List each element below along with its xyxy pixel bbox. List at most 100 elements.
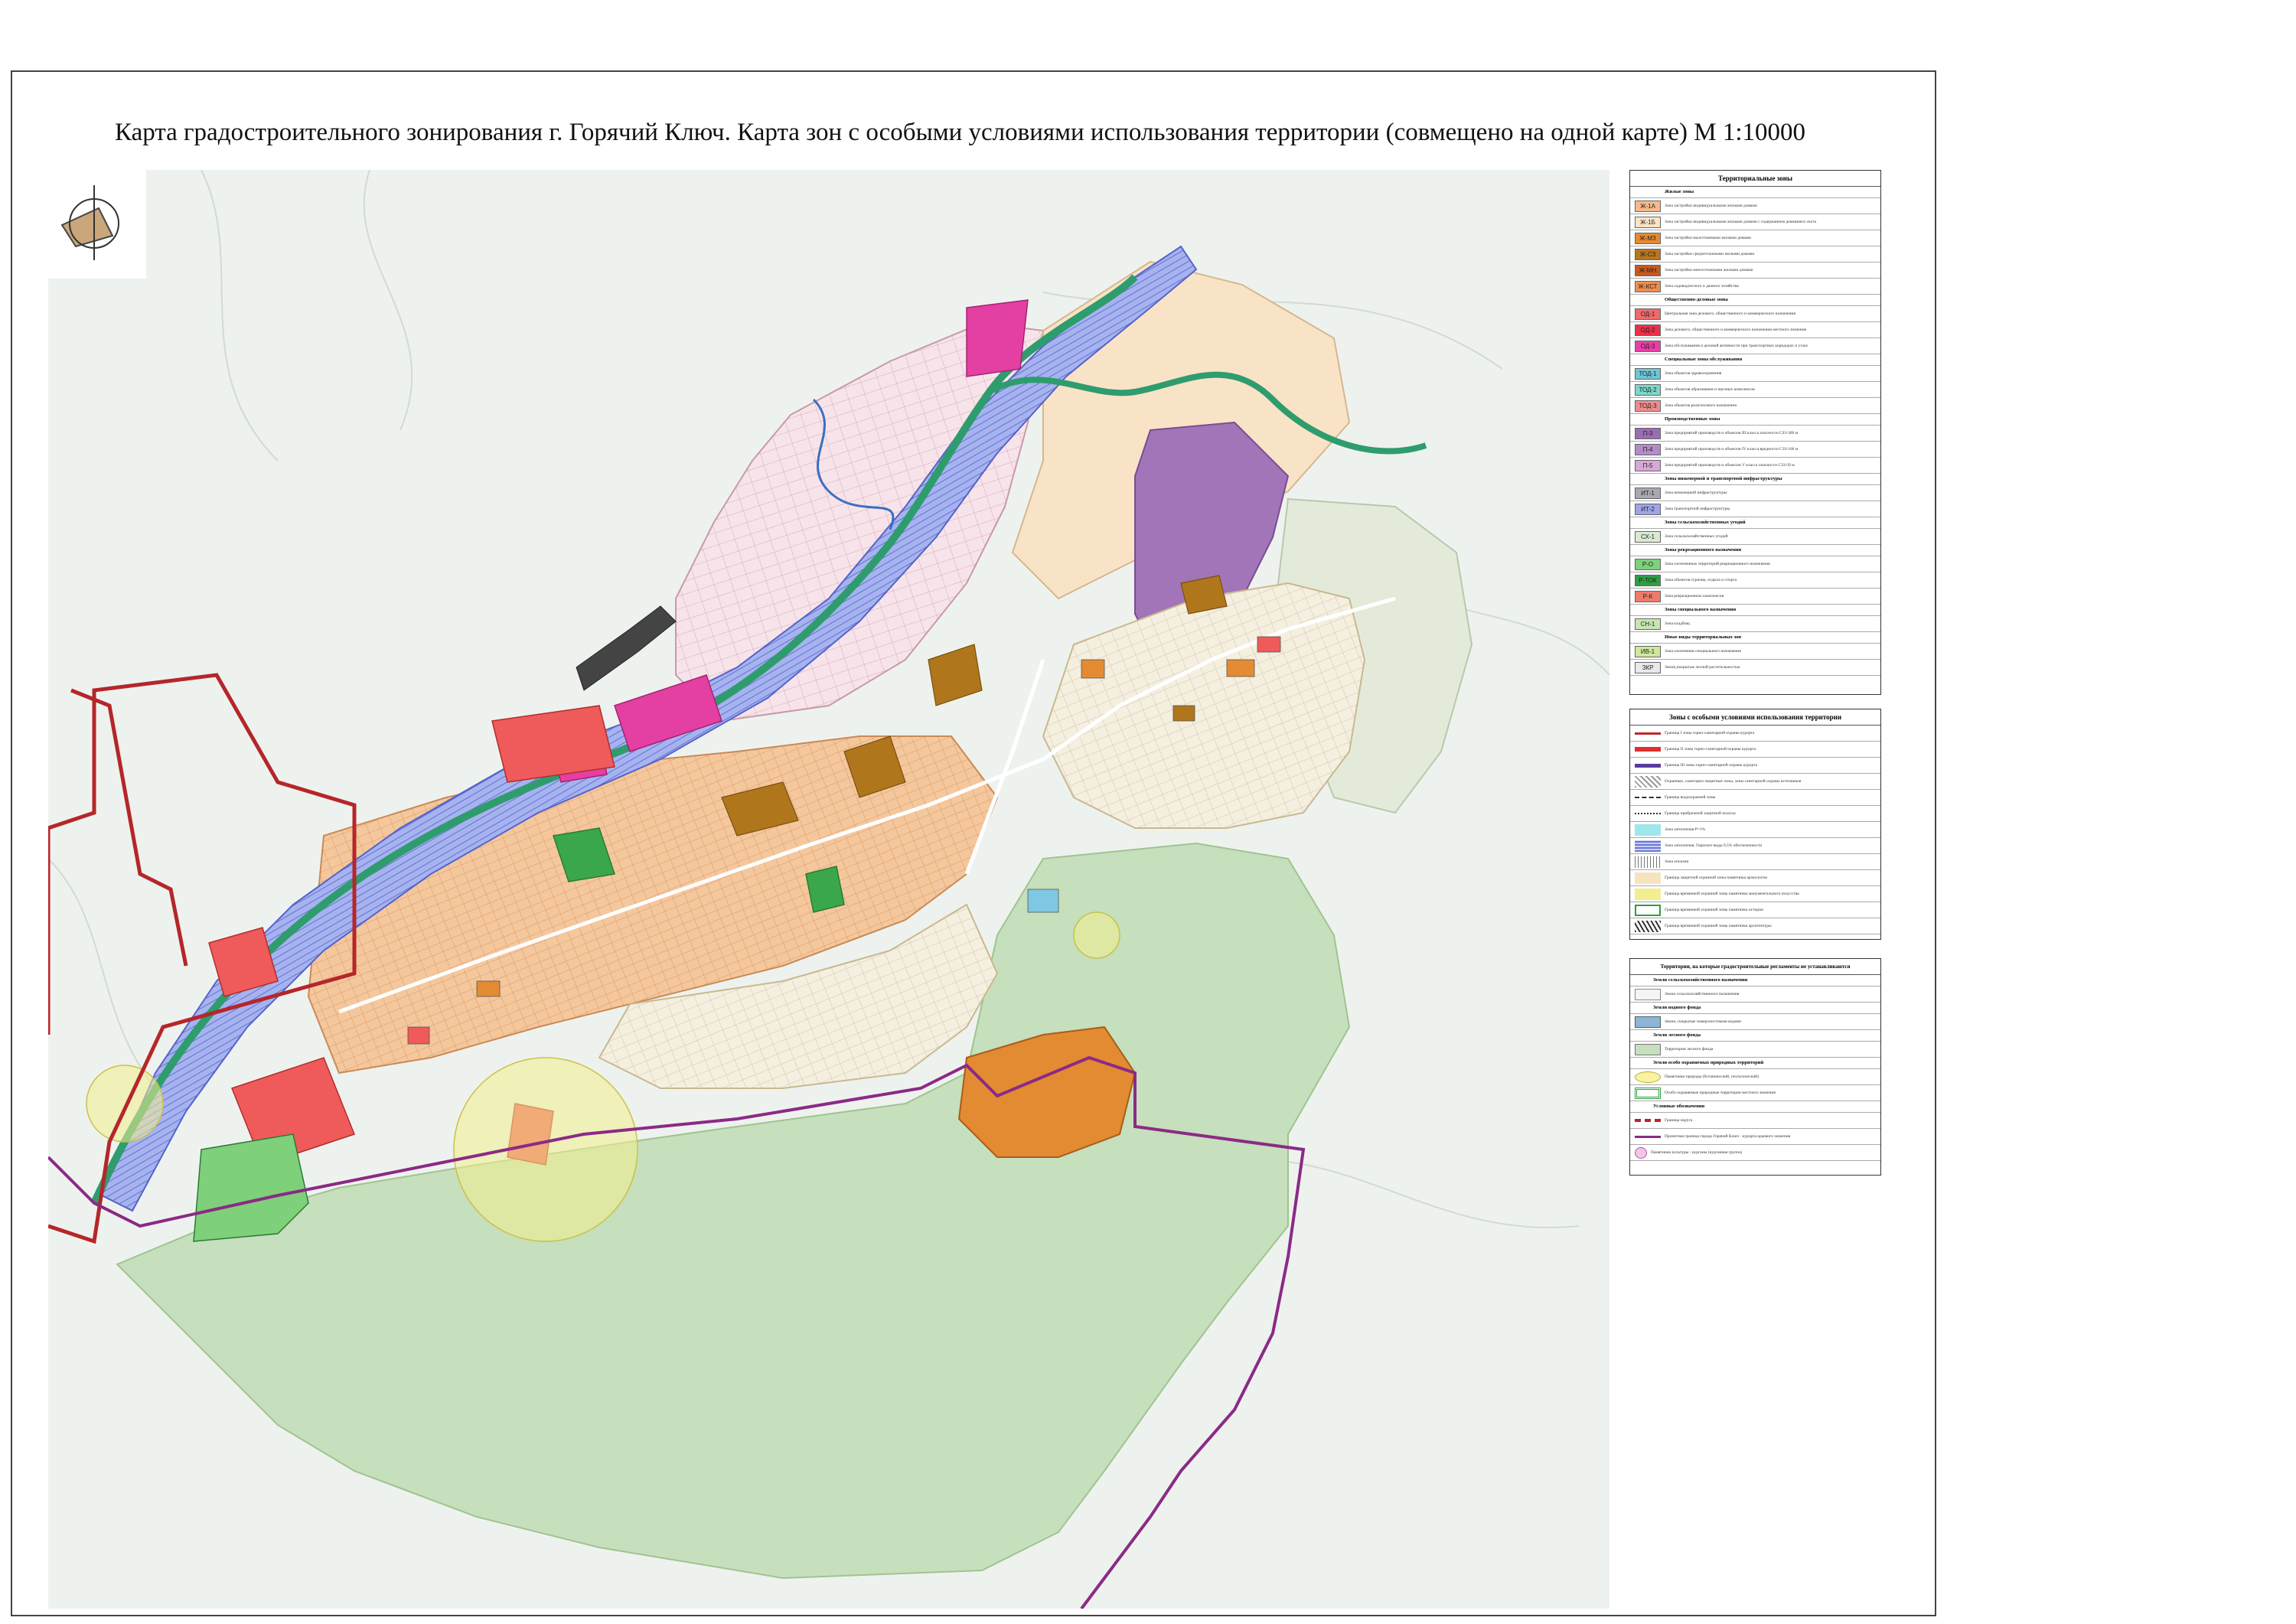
legend-other-text: Особо охраняемые природные территории ме… xyxy=(1665,1090,1776,1095)
legend-other-row: Граница округа xyxy=(1630,1113,1880,1129)
legend-other-section: Земли лесного фонда xyxy=(1630,1030,1880,1042)
legend-special-text: Граница временной охранной зоны памятник… xyxy=(1665,891,1799,896)
legend-special-text: Зона оползня xyxy=(1665,859,1689,864)
legend-special-row: Граница водоохранной зоны xyxy=(1630,790,1880,806)
legend-zone-code: Ж-КСТ xyxy=(1635,280,1661,292)
legend-zone-code: П-4 xyxy=(1635,443,1661,455)
legend-zone-code: Ж-МН xyxy=(1635,264,1661,276)
legend-special-text: Граница III зоны горно-санитарной охраны… xyxy=(1665,762,1758,768)
legend-zone-code: Ж-1Б xyxy=(1635,216,1661,228)
legend-special-zones: Зоны с особыми условиями использования т… xyxy=(1629,709,1881,940)
legend-other-body: Земли сельскохозяйственного назначения Зе… xyxy=(1630,975,1880,1161)
legend-special-text: Граница временной охранной зоны памятник… xyxy=(1665,923,1772,928)
legend-other-row: Земли, покрытые поверхностными водами xyxy=(1630,1014,1880,1030)
map-title: Карта градостроительного зонирования г. … xyxy=(115,119,1806,146)
legend-zone-row: Р-К Зона рекреационных комплексов xyxy=(1630,589,1880,605)
legend-other-section: Условные обозначения xyxy=(1630,1101,1880,1113)
legend-zone-code: ОД-1 xyxy=(1635,308,1661,320)
legend-zone-code: ТОД-3 xyxy=(1635,399,1661,412)
legend-zone-text: Зона застройки многоэтажными жилыми дома… xyxy=(1665,267,1753,272)
legend-zone-row: СХ-1 Зона сельскохозяйственных угодий xyxy=(1630,529,1880,545)
legend-zone-text: Зона сельскохозяйственных угодий xyxy=(1665,533,1728,539)
legend-zone-text: Центральная зона делового, общественного… xyxy=(1665,311,1795,316)
legend-special-row: Граница временной охранной зоны памятник… xyxy=(1630,902,1880,918)
legend-symbol-icon xyxy=(1635,763,1661,768)
legend-special-text: Граница I зоны горно-санитарной охраны к… xyxy=(1665,730,1755,735)
legend-zone-row: Ж-МЗ Зона застройки малоэтажными жилыми д… xyxy=(1630,230,1880,246)
legend-zone-text: Зона предприятий производств и объектов … xyxy=(1665,462,1795,468)
legend-other-text: Проектная граница города Горячий Ключ - … xyxy=(1665,1133,1791,1139)
legend-zone-row: ИТ-1 Зона инженерной инфраструктуры xyxy=(1630,485,1880,501)
legend-zone-row: Р-О Зона озелененных территорий рекреацио… xyxy=(1630,556,1880,572)
legend-zone-text: Зона объектов туризма, отдыха и спорта xyxy=(1665,577,1737,582)
legend-other-section: Земли водного фонда xyxy=(1630,1003,1880,1014)
legend-special-row: Зона затопления Р=1% xyxy=(1630,822,1880,838)
legend-other-row: Земли сельскохозяйственного назначения xyxy=(1630,986,1880,1003)
legend-symbol-icon xyxy=(1635,1087,1661,1099)
legend-special-header: Зоны с особыми условиями использования т… xyxy=(1630,709,1880,726)
legend-special-row: Охранные, санитарно-защитные зоны, зоны … xyxy=(1630,774,1880,790)
legend-symbol-icon xyxy=(1635,797,1661,798)
legend-symbol-icon xyxy=(1635,920,1661,932)
legend-zone-text: Зона озеленения специального назначения xyxy=(1665,648,1741,654)
legend-special-text: Граница защитной охранной зоны памятника… xyxy=(1665,875,1767,880)
legend-other-text: Граница округа xyxy=(1665,1117,1693,1123)
legend-zone-code: ИТ-2 xyxy=(1635,503,1661,515)
legend-zone-code: П-3 xyxy=(1635,427,1661,439)
legend-zone-text: Зона озелененных территорий рекреационно… xyxy=(1665,561,1770,566)
legend-special-row: Зона затопления. Горизонт воды 0,5% обес… xyxy=(1630,838,1880,854)
legend-symbol-icon xyxy=(1635,1043,1661,1055)
legend-symbol-icon xyxy=(1635,775,1661,788)
legend-zone-text: Зона застройки индивидуальными жилыми до… xyxy=(1665,219,1817,224)
legend-zone-row: Ж-МН Зона застройки многоэтажными жилыми … xyxy=(1630,263,1880,279)
legend-zone-row: Ж-1А Зона застройки индивидуальными жилым… xyxy=(1630,198,1880,214)
legend-zone-code: П-5 xyxy=(1635,459,1661,471)
legend-other-header: Территории, на которые градостроительные… xyxy=(1630,959,1880,975)
legend-symbol-icon xyxy=(1635,823,1661,836)
legend-symbol-icon xyxy=(1635,888,1661,900)
legend-symbol-icon xyxy=(1635,1146,1647,1159)
legend-zone-text: Зона объектов образования и научных комп… xyxy=(1665,386,1755,392)
legend-zone-text: Зона инженерной инфраструктуры xyxy=(1665,490,1727,495)
legend-section-title: Зоны рекреационного назначения xyxy=(1630,545,1880,556)
legend-section-title: Иные виды территориальных зон xyxy=(1630,632,1880,644)
legend-zone-code: СХ-1 xyxy=(1635,530,1661,543)
legend-zone-row: ТОД-1 Зона объектов здравоохранения xyxy=(1630,366,1880,382)
legend-territorial-zones: Территориальные зоны Жилые зоны Ж-1А Зона … xyxy=(1629,170,1881,695)
legend-zone-code: Р-К xyxy=(1635,590,1661,602)
legend-symbol-icon xyxy=(1635,1119,1661,1122)
legend-zone-code: ЗКР xyxy=(1635,661,1661,673)
legend-other-text: Земли, покрытые поверхностными водами xyxy=(1665,1019,1741,1024)
legend-symbol-icon xyxy=(1635,1135,1661,1138)
legend-special-text: Граница временной охранной зоны памятник… xyxy=(1665,907,1763,912)
legend-other-territories: Территории, на которые градостроительные… xyxy=(1629,958,1881,1176)
legend-symbol-icon xyxy=(1635,856,1661,868)
legend-other-text: Памятники культуры - курганы (курганная … xyxy=(1651,1150,1743,1155)
legend-other-text: Памятники природы (ботанический, геологи… xyxy=(1665,1074,1759,1079)
legend-symbol-icon xyxy=(1635,872,1661,884)
legend-other-row: Памятники культуры - курганы (курганная … xyxy=(1630,1145,1880,1161)
legend-special-row: Граница III зоны горно-санитарной охраны… xyxy=(1630,758,1880,774)
legend-zone-text: Зона рекреационных комплексов xyxy=(1665,593,1724,598)
legend-zone-code: Р-ТОК xyxy=(1635,574,1661,586)
legend-symbol-icon xyxy=(1635,988,1661,1000)
legend-symbol-icon xyxy=(1635,1016,1661,1028)
legend-zone-row: ОД-3 Зона обслуживания и деловой активнос… xyxy=(1630,338,1880,354)
legend-zone-text: Зона транспортной инфраструктуры xyxy=(1665,506,1730,511)
legend-zone-row: ТОД-2 Зона объектов образования и научных… xyxy=(1630,382,1880,398)
legend-other-text: Территории лесного фонда xyxy=(1665,1046,1714,1052)
legend-zone-row: СН-1 Зона кладбищ xyxy=(1630,616,1880,632)
legend-zone-code: ТОД-2 xyxy=(1635,383,1661,396)
legend-zone-row: Ж-КСТ Зона садоводческого и дачного хозяй… xyxy=(1630,279,1880,295)
legend-symbol-icon xyxy=(1635,1071,1661,1083)
legend-other-section: Земли особо охраняемых природных террито… xyxy=(1630,1058,1880,1069)
legend-zone-code: СН-1 xyxy=(1635,618,1661,630)
legend-section-title: Производственные зоны xyxy=(1630,414,1880,426)
legend-zone-text: Зона обслуживания и деловой активности п… xyxy=(1665,343,1808,348)
legend-special-text: Граница водоохранной зоны xyxy=(1665,794,1716,800)
legend-zone-text: Зона предприятий производств и объектов … xyxy=(1665,430,1799,435)
zoning-map[interactable] xyxy=(48,170,1609,1609)
legend-section-title: Зоны инженерной и транспортной инфрастру… xyxy=(1630,474,1880,485)
legend-zone-code: ОД-3 xyxy=(1635,340,1661,352)
legend-special-text: Зона затопления. Горизонт воды 0,5% обес… xyxy=(1665,843,1763,848)
